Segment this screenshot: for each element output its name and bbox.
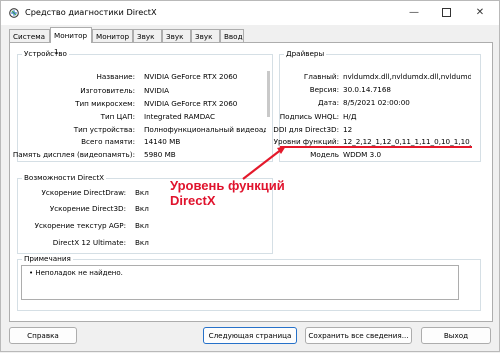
ddi-value[interactable]: 12 [343,125,471,134]
notes-item-text: Неполадок не найдено. [35,269,123,277]
tab-system[interactable]: Система [9,29,50,42]
annotation-line-1: Уровень функций [170,178,285,193]
main-driver-label: Главный: [303,72,339,81]
minimize-button[interactable]: — [399,1,429,25]
maximize-button[interactable] [431,1,461,25]
tab-sound-2[interactable]: Звук 2 [162,29,191,54]
tab-sound-3[interactable]: Звук 3 [191,29,220,54]
device-type-label: Тип устройства: [73,125,135,134]
annotation-underline [280,146,472,148]
total-memory-value[interactable]: 14140 MB [144,137,266,146]
agp-label: Ускорение текстур AGP: [34,221,126,230]
annotation-text: Уровень функций DirectX [170,178,285,208]
feature-levels-value[interactable]: 12_2,12_1,12_0,11_1,11_0,10_1,10_ [343,137,471,146]
title-bar: Средство диагностики DirectX — ✕ [1,1,499,25]
device-scrollbar[interactable] [267,71,270,117]
manufacturer-label: Изготовитель: [80,86,135,95]
dx12-ultimate-label: DirectX 12 Ultimate: [52,238,126,247]
main-driver-value[interactable]: nvldumdx.dll,nvldumdx.dll,nvldumdx.d [343,72,471,81]
chip-type-value[interactable]: NVIDIA GeForce RTX 2060 [144,99,266,108]
exit-button[interactable]: Выход [421,327,491,344]
device-type-value[interactable]: Полнофункциональный видеоадап [144,125,266,134]
notes-title: Примечания [22,254,73,263]
date-value[interactable]: 8/5/2021 02:00:00 [343,98,471,107]
next-page-button[interactable]: Следующая страница [203,327,297,344]
total-memory-label: Всего памяти: [81,137,135,146]
whql-label: Подпись WHQL: [279,112,339,121]
tab-monitor-2[interactable]: Монитор 2 [92,29,133,54]
driver-model-value[interactable]: WDDM 3.0 [343,150,471,159]
window-title: Средство диагностики DirectX [25,7,157,17]
version-label: Версия: [309,85,339,94]
help-button[interactable]: Справка [9,327,77,344]
version-value[interactable]: 30.0.14.7168 [343,85,471,94]
tab-sound-1[interactable]: Звук 1 [133,29,162,54]
close-button[interactable]: ✕ [465,1,495,25]
chip-type-label: Тип микросхем: [75,99,135,108]
driver-model-label: Модель [310,150,339,159]
direct3d-value: Вкл [135,204,149,213]
tab-input[interactable]: Ввод [220,29,244,42]
dxdiag-window: Средство диагностики DirectX — ✕ Система… [0,0,500,352]
ddi-label: DDI для Direct3D: [273,125,339,134]
close-icon: ✕ [475,7,485,18]
manufacturer-value[interactable]: NVIDIA [144,86,266,95]
device-group-title: Устройство [22,49,69,58]
dx12-ultimate-value: Вкл [135,238,149,247]
directx-features-title: Возможности DirectX [22,173,107,182]
directdraw-label: Ускорение DirectDraw: [41,188,126,197]
save-all-button[interactable]: Сохранить все сведения... [305,327,412,344]
agp-value: Вкл [135,221,149,230]
minimize-icon: — [409,7,419,18]
date-label: Дата: [317,98,339,107]
dxdiag-app-icon [9,8,19,18]
dac-type-value[interactable]: Integrated RAMDAC [144,112,266,121]
device-name-value[interactable]: NVIDIA GeForce RTX 2060 [144,72,266,81]
directdraw-value: Вкл [135,188,149,197]
tab-monitor-1[interactable]: Монитор 1 [50,27,92,56]
feature-levels-label: Уровни функций: [273,137,339,146]
notes-item: • Неполадок не найдено. [29,269,123,277]
maximize-icon [441,7,451,17]
device-name-label: Название: [96,72,136,81]
dac-type-label: Тип ЦАП: [100,112,135,121]
annotation-line-2: DirectX [170,193,216,208]
direct3d-label: Ускорение Direct3D: [49,204,126,213]
display-memory-value[interactable]: 5980 MB [144,150,266,159]
display-memory-label: Память дисплея (видеопамять): [12,150,135,159]
whql-value[interactable]: Н/Д [343,112,471,121]
drivers-group-title: Драйверы [284,49,327,58]
